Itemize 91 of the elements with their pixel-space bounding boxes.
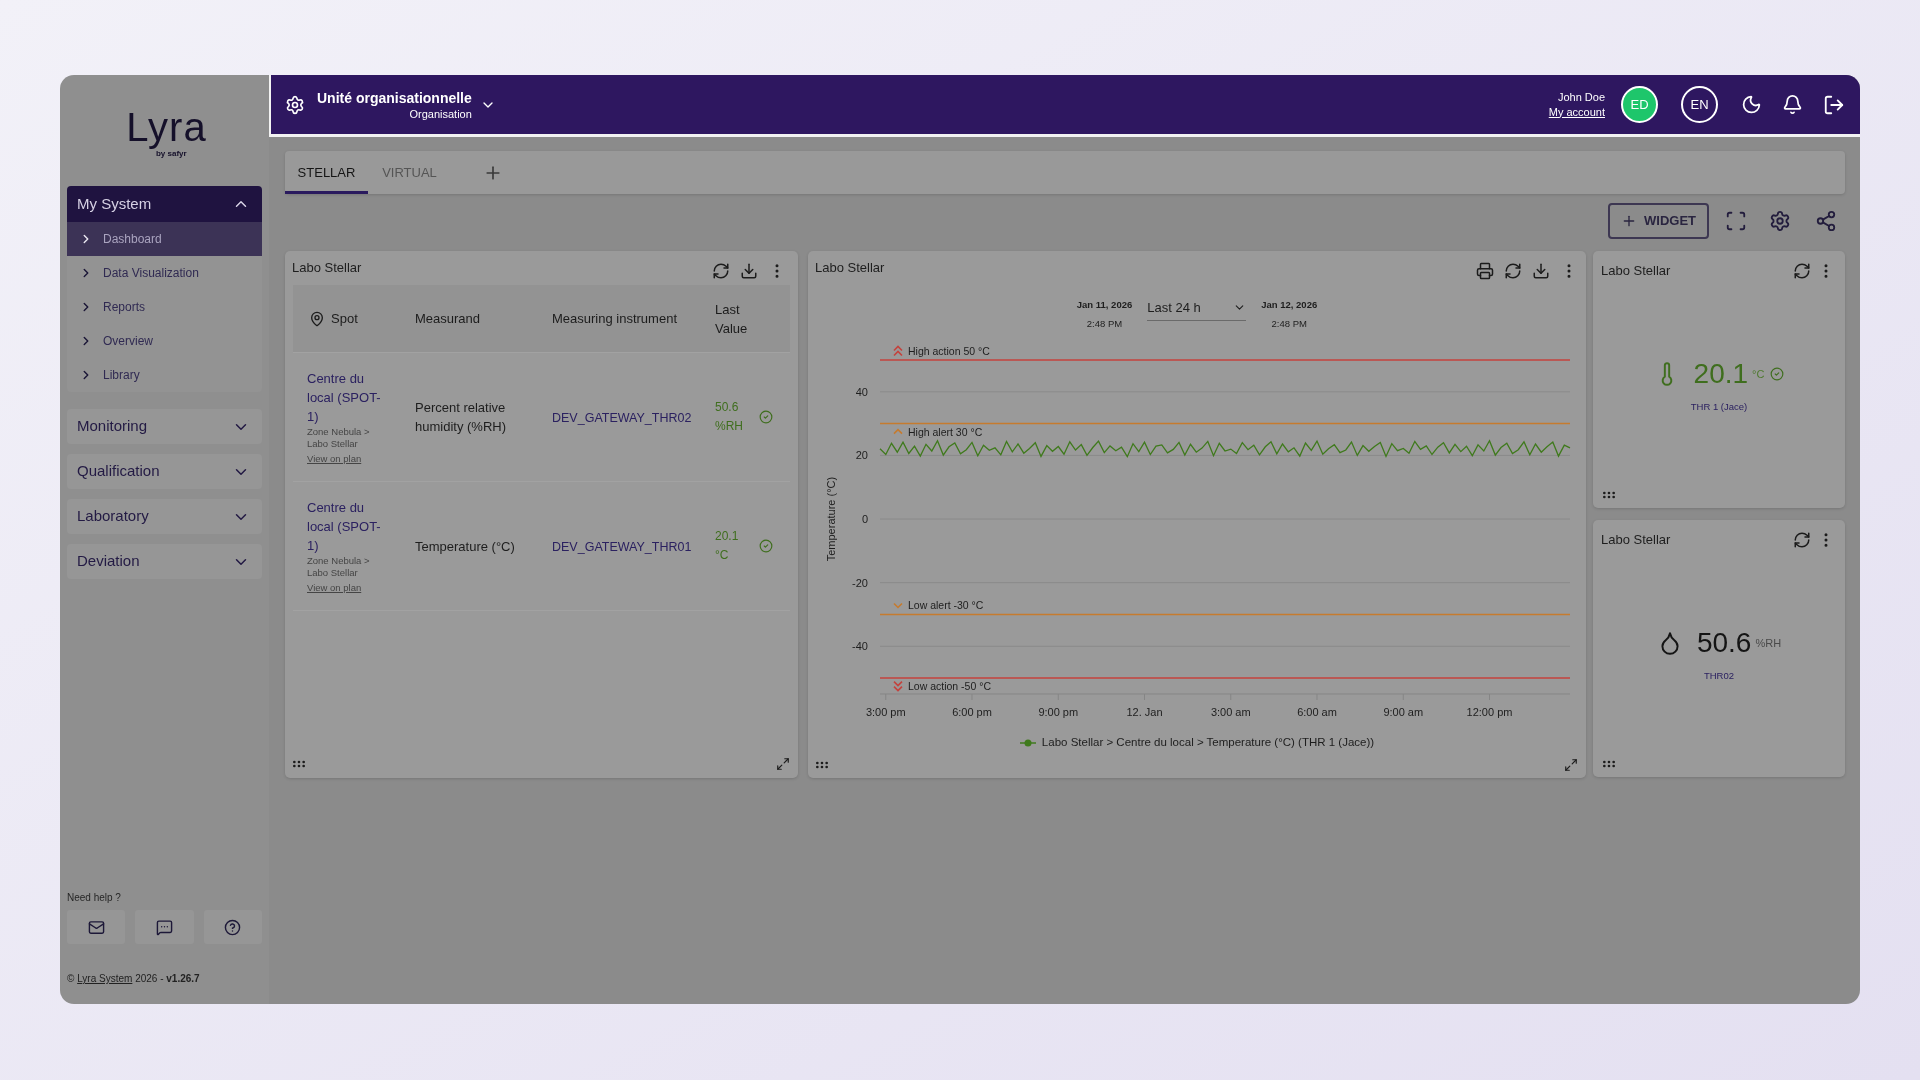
- nav-section-header[interactable]: Deviation: [67, 544, 262, 579]
- chat-button[interactable]: [135, 910, 194, 944]
- help-button[interactable]: [203, 910, 262, 944]
- organisation-selector[interactable]: Unité organisationnelle Organisation: [317, 88, 496, 121]
- view-on-plan-link[interactable]: View on plan: [307, 582, 362, 594]
- y-axis-title: Temperature (°C): [825, 476, 837, 562]
- nav-item[interactable]: Library: [67, 358, 262, 392]
- double-chevron-down-icon: [893, 680, 903, 692]
- column-header: Last Value: [715, 300, 749, 338]
- my-account-link[interactable]: My account: [1548, 104, 1605, 120]
- reading-unit: %RH: [1755, 636, 1782, 652]
- nav-section-header[interactable]: Laboratory: [67, 499, 262, 534]
- sensor-name: THR 1 (Jace): [1690, 400, 1748, 415]
- end-date: Jan 12, 2026: [1261, 298, 1318, 312]
- y-axis-label: 0: [861, 513, 868, 526]
- start-time: 2:48 PM: [1086, 317, 1123, 331]
- end-time: 2:48 PM: [1271, 317, 1307, 331]
- x-axis-label: 3:00 am: [1210, 706, 1251, 718]
- column-header: Spot: [331, 309, 358, 328]
- check-circle-icon: [1770, 367, 1785, 382]
- reading-value: 20.1: [1693, 358, 1749, 391]
- nav-section-header[interactable]: My System: [67, 186, 262, 222]
- nav-item[interactable]: Reports: [67, 290, 262, 324]
- threshold-label: Low action -50 °C: [908, 680, 991, 693]
- help-label: Need help ?: [67, 891, 122, 905]
- x-axis-label: 6:00 pm: [952, 706, 992, 718]
- spot-location: Zone Nebula > Labo Stellar: [307, 426, 371, 450]
- x-axis-label: 9:00 am: [1383, 706, 1424, 718]
- widget-title: Labo Stellar: [292, 259, 362, 278]
- x-axis-label: 6:00 am: [1297, 706, 1337, 718]
- widget-title: Labo Stellar: [1601, 262, 1671, 281]
- double-chevron-up-icon: [893, 345, 903, 357]
- nav-section-header[interactable]: Qualification: [67, 454, 262, 489]
- y-axis-label: 20: [855, 449, 868, 462]
- spot-name: Centre du local (SPOT-1): [307, 370, 382, 426]
- threshold-label: High action 50 °C: [908, 345, 990, 357]
- last-value-cell-text: 50.6 %RH: [715, 399, 744, 435]
- y-axis-label: 40: [855, 385, 868, 398]
- nav-item[interactable]: Dashboard: [67, 222, 262, 256]
- map-pin-icon: [309, 310, 325, 327]
- widget-title: Labo Stellar: [1601, 531, 1671, 550]
- column-header: Measurand: [415, 309, 481, 328]
- mail-icon[interactable]: [87, 918, 105, 936]
- widget-title: Labo Stellar: [815, 259, 885, 278]
- logo-tagline: by safyr: [155, 149, 187, 159]
- sensor-name: THR02: [1703, 669, 1735, 684]
- check-circle-icon: [759, 539, 773, 553]
- plus-icon[interactable]: [1621, 213, 1637, 229]
- threshold-label: Low alert -30 °C: [908, 599, 984, 612]
- bell-icon[interactable]: [1782, 94, 1803, 115]
- copyright-text: © Lyra System 2026 - v1.26.7: [67, 972, 201, 986]
- start-date: Jan 11, 2026: [1076, 298, 1133, 312]
- expand-icon[interactable]: [776, 757, 790, 771]
- column-header: Measuring instrument: [552, 309, 677, 328]
- x-axis-label: 12:00 pm: [1466, 706, 1513, 718]
- x-axis-label: 12. Jan: [1126, 706, 1163, 718]
- chevron-up-icon: [893, 428, 903, 435]
- user-name: John Doe: [1557, 89, 1605, 105]
- period-select[interactable]: Last 24 h: [1147, 295, 1247, 321]
- threshold-label: High alert 30 °C: [908, 425, 983, 438]
- view-on-plan-link[interactable]: View on plan: [307, 453, 362, 465]
- moon-icon[interactable]: [1741, 94, 1762, 115]
- spot-location: Zone Nebula > Labo Stellar: [307, 555, 371, 579]
- language-button[interactable]: EN: [1681, 86, 1718, 123]
- chat-bubble-icon[interactable]: [156, 918, 173, 936]
- last-value-cell-text: 20.1 °C: [715, 528, 740, 564]
- y-axis-label: -40: [852, 640, 868, 653]
- measurand-cell-text: Temperature (°C): [415, 537, 516, 556]
- expand-icon[interactable]: [1564, 757, 1578, 772]
- help-icon[interactable]: [224, 918, 242, 936]
- x-axis-label: 9:00 pm: [1038, 706, 1079, 718]
- measurand-cell-text: Percent relative humidity (%RH): [415, 399, 507, 436]
- legend-marker-icon: [1019, 738, 1036, 747]
- check-circle-icon: [759, 410, 773, 424]
- add-widget-button[interactable]: WIDGET: [1608, 203, 1709, 239]
- logout-icon[interactable]: [1823, 93, 1845, 116]
- lyra-system-link[interactable]: Lyra System: [77, 973, 133, 984]
- reading-unit: °C: [1752, 367, 1765, 383]
- instrument-cell: DEV_GATEWAY_THR02: [552, 411, 692, 425]
- nav-item[interactable]: Overview: [67, 324, 262, 358]
- y-axis-label: -20: [852, 576, 868, 589]
- reading-value: 50.6: [1696, 627, 1752, 660]
- legend-label[interactable]: Labo Stellar > Centre du local > Temperature (°C) (THR 1 (Jace)): [1041, 734, 1375, 752]
- nav-section-header[interactable]: Monitoring: [67, 409, 262, 444]
- email-button[interactable]: [67, 910, 126, 944]
- instrument-cell: DEV_GATEWAY_THR01: [552, 540, 692, 554]
- x-axis-label: 3:00 pm: [865, 706, 906, 718]
- nav-item[interactable]: Data Visualization: [67, 256, 262, 290]
- chevron-down-icon: [893, 602, 903, 609]
- spot-name: Centre du local (SPOT-1): [307, 499, 382, 555]
- tab[interactable]: STELLAR: [285, 151, 368, 194]
